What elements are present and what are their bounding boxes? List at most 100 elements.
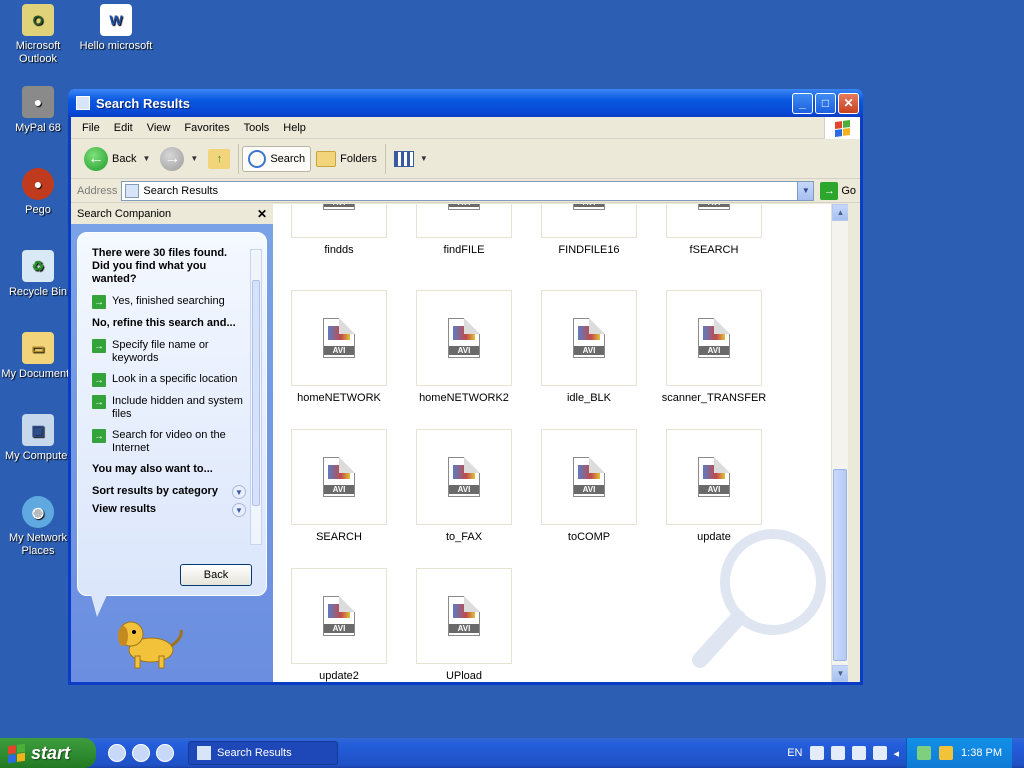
file-thumbnail: AVI [666,290,762,386]
search-dog-icon[interactable] [109,612,189,672]
views-button[interactable]: ▼ [389,148,433,170]
results-scrollbar[interactable]: ▲ ▼ [831,204,848,682]
search-results-icon [197,746,211,760]
file-name: findds [324,244,354,256]
refine-option-location[interactable]: → Look in a specific location [92,373,246,387]
forward-button[interactable]: → ▼ [155,144,203,174]
file-name: fSEARCH [689,244,739,256]
address-field[interactable]: Search Results ▼ [121,180,815,201]
desktop-icon-my-documents[interactable]: ▭ My Documents [0,332,76,381]
menu-file[interactable]: File [75,120,107,136]
green-arrow-icon: → [92,373,106,387]
file-type-badge: AVI [574,346,604,355]
windows-flag-icon [8,743,25,763]
desktop-icon-hello-microsoft[interactable]: W Hello microsoft [78,4,154,53]
file-type-badge: AVI [324,624,354,633]
file-item[interactable]: AVI update2 [284,568,394,682]
keyboard-icon[interactable] [809,746,824,760]
file-item[interactable]: AVI scanner_TRANSFER [659,290,769,404]
menu-edit[interactable]: Edit [107,120,140,136]
recycle-bin-icon: ♻ [22,250,54,282]
minimize-button[interactable]: _ [792,92,813,114]
help-icon[interactable] [872,746,887,760]
avi-file-icon: AVI [573,204,605,210]
search-companion-title: Search Companion [77,208,172,220]
file-item[interactable]: AVI findds [284,204,394,256]
network-icon[interactable] [917,746,932,760]
desktop-icon-label: Hello microsoft [79,40,153,52]
media-player-icon[interactable] [156,744,174,762]
internet-explorer-icon[interactable] [108,744,126,762]
file-item[interactable]: AVI UPload [409,568,519,682]
file-item[interactable]: AVI idle_BLK [534,290,644,404]
menu-tools[interactable]: Tools [237,120,277,136]
search-icon[interactable] [939,746,954,760]
view-results-row[interactable]: View results ▼ [92,503,246,517]
file-item[interactable]: AVI FINDFILE16 [534,204,644,256]
companion-scrollbar[interactable] [250,249,262,545]
file-item[interactable]: AVI fSEARCH [659,204,769,256]
address-dropdown-icon[interactable]: ▼ [797,181,814,200]
avi-file-icon: AVI [573,457,605,497]
file-item[interactable]: AVI homeNETWORK [284,290,394,404]
close-pane-icon[interactable]: ✕ [257,207,267,221]
desktop-icon-pego[interactable]: ● Pego [0,168,76,217]
expand-chevron-icon[interactable]: ▼ [232,485,246,499]
close-button[interactable]: ✕ [838,92,859,114]
refine-option-video-internet[interactable]: → Search for video on the Internet [92,429,246,455]
scrollbar-thumb[interactable] [833,469,847,661]
sort-results-row[interactable]: Sort results by category ▼ [92,485,246,499]
file-item[interactable]: AVI SEARCH [284,429,394,543]
menu-favorites[interactable]: Favorites [177,120,236,136]
file-item[interactable]: AVI to_FAX [409,429,519,543]
refine-option-hidden-files[interactable]: → Include hidden and system files [92,395,246,421]
menu-view[interactable]: View [140,120,178,136]
yes-finished-link[interactable]: → Yes, finished searching [92,295,246,309]
start-button[interactable]: start [0,738,96,768]
scrollbar-thumb[interactable] [252,280,260,506]
file-thumbnail: AVI [291,568,387,664]
scroll-up-icon[interactable]: ▲ [832,204,848,221]
file-type-badge: AVI [449,485,479,494]
link-label: Search for video on the Internet [112,429,226,454]
expand-chevron-icon[interactable]: ▼ [232,503,246,517]
language-indicator[interactable]: EN [787,747,802,759]
clock[interactable]: 1:38 PM [961,747,1002,759]
file-item[interactable]: AVI update [659,429,769,543]
companion-back-button[interactable]: Back [180,564,252,586]
title-bar[interactable]: Search Results _ □ ✕ [68,89,863,117]
tray-expand-icon[interactable]: ◂ [894,747,900,760]
back-button[interactable]: ← Back ▼ [79,144,155,174]
outlook-express-icon[interactable] [132,744,150,762]
file-item[interactable]: AVI findFILE [409,204,519,256]
quick-launch [108,744,174,762]
file-type-badge: AVI [574,204,604,207]
scroll-down-icon[interactable]: ▼ [832,665,848,682]
desktop-icon-my-computer[interactable]: ▣ My Computer [0,414,76,463]
file-item[interactable]: AVI toCOMP [534,429,644,543]
taskbar-button-search-results[interactable]: Search Results [188,741,338,765]
desktop-icon-outlook[interactable]: O Microsoft Outlook [0,4,76,66]
raccoon-icon: ● [22,86,54,118]
file-type-badge: AVI [324,485,354,494]
speech-icon[interactable] [851,746,866,760]
go-label: Go [841,184,856,197]
back-dropdown-icon[interactable]: ▼ [142,154,150,163]
maximize-button[interactable]: □ [815,92,836,114]
desktop-icon-label: My Network Places [8,532,68,557]
folders-button[interactable]: Folders [311,148,382,170]
desktop-icon-network-places[interactable]: ◍ My Network Places [0,496,76,558]
file-name: UPload [445,670,483,682]
menu-help[interactable]: Help [276,120,313,136]
sort-results-label: Sort results by category [92,485,218,497]
pen-icon[interactable] [830,746,845,760]
refine-option-filename[interactable]: → Specify file name or keywords [92,339,246,365]
desktop-icon-recycle-bin[interactable]: ♻ Recycle Bin [0,250,76,299]
desktop-icon-mypal[interactable]: ● MyPal 68 [0,86,76,135]
go-button[interactable]: → Go [820,181,856,200]
file-type-badge: AVI [574,485,604,494]
up-button[interactable]: ↑ [203,146,235,172]
search-button[interactable]: Search [242,145,312,172]
forward-dropdown-icon[interactable]: ▼ [190,154,198,163]
file-item[interactable]: AVI homeNETWORK2 [409,290,519,404]
